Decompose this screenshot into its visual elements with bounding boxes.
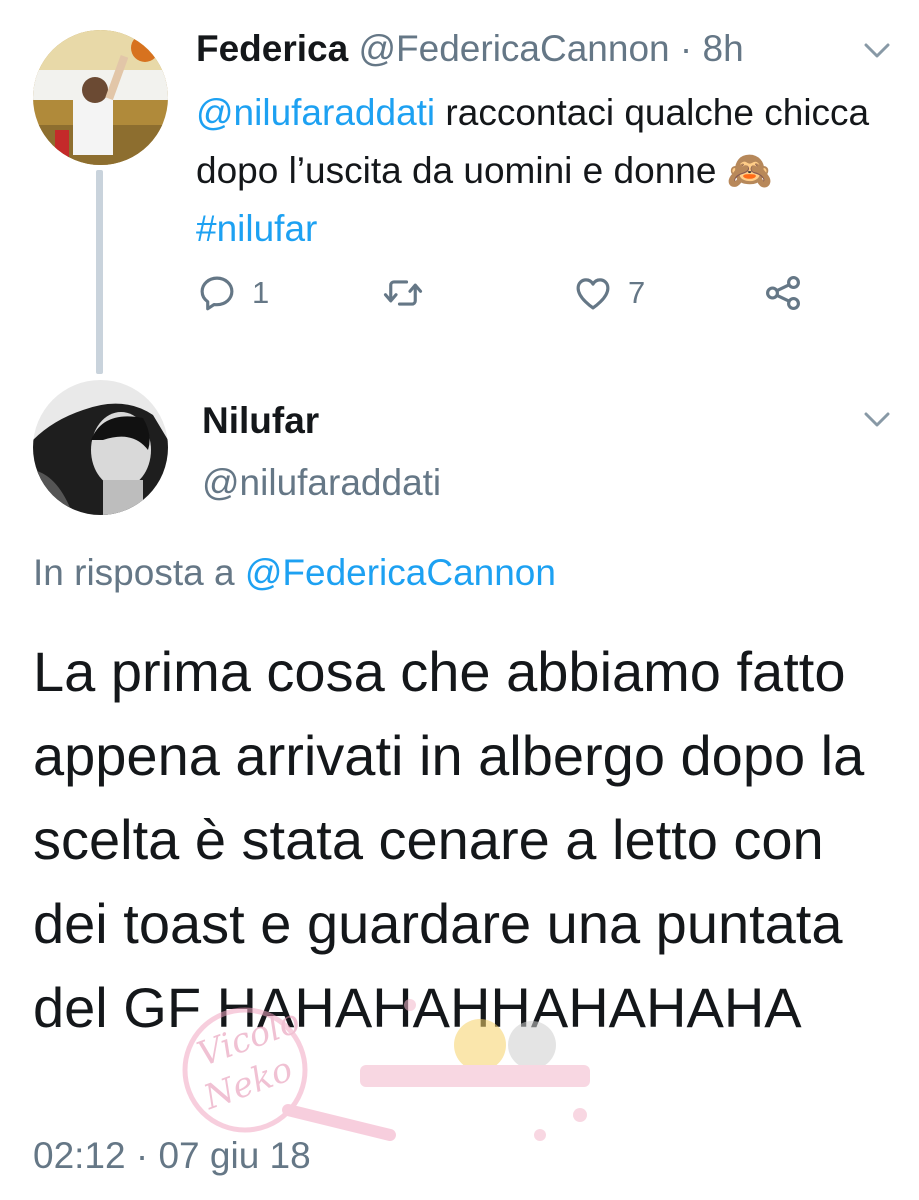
tweet2-timestamp[interactable]: 02:12 · 07 giu 18 xyxy=(33,1135,311,1177)
tweet1-mention-link[interactable]: @nilufaraddati xyxy=(196,92,435,133)
see-no-evil-monkey-emoji-icon: 🙈 xyxy=(726,150,773,191)
tweet2-author-name[interactable]: Nilufar xyxy=(202,400,319,442)
reply-icon xyxy=(200,276,234,311)
tweet1-header: Federica @FedericaCannon · 8h xyxy=(196,27,744,71)
chevron-down-icon xyxy=(864,412,890,427)
tweet1-author-name[interactable]: Federica xyxy=(196,28,348,69)
user-avatar-basketball-icon xyxy=(33,30,168,165)
share-icon xyxy=(766,276,800,310)
tweet1-hashtag-link[interactable]: #nilufar xyxy=(196,208,317,249)
tweet1-separator: · xyxy=(679,28,693,69)
tweet1-time[interactable]: 8h xyxy=(703,28,744,69)
reply-button[interactable]: 1 xyxy=(196,272,269,314)
svg-text:Neko: Neko xyxy=(198,1049,298,1118)
retweet-button[interactable] xyxy=(382,272,438,314)
tweet1-author-handle[interactable]: @FedericaCannon xyxy=(358,28,669,69)
heart-icon xyxy=(576,278,610,310)
like-button[interactable]: 7 xyxy=(572,272,645,314)
nilufar-avatar[interactable] xyxy=(33,380,168,515)
reply-prefix: In risposta a xyxy=(33,552,245,593)
share-button[interactable] xyxy=(762,272,804,314)
user-avatar-portrait-icon xyxy=(33,380,168,515)
chevron-down-icon xyxy=(864,43,890,58)
like-count: 7 xyxy=(628,275,646,310)
reply-context: In risposta a @FedericaCannon xyxy=(33,552,556,594)
reply-to-link[interactable]: @FedericaCannon xyxy=(245,552,556,593)
retweet-icon xyxy=(383,280,423,306)
federica-avatar[interactable] xyxy=(33,30,168,165)
tweet1-menu-button[interactable] xyxy=(862,35,892,65)
thread-connector-line xyxy=(96,170,103,374)
tweet2-author-handle[interactable]: @nilufaraddati xyxy=(202,462,441,504)
tweet1-action-bar: 1 7 xyxy=(196,272,836,322)
tweet2-menu-button[interactable] xyxy=(862,404,892,434)
reply-count: 1 xyxy=(252,275,270,310)
tweet1-text: @nilufaraddati raccontaci qualche chicca… xyxy=(196,84,886,258)
tweet2-text: La prima cosa che abbiamo fatto appena a… xyxy=(33,640,865,1039)
